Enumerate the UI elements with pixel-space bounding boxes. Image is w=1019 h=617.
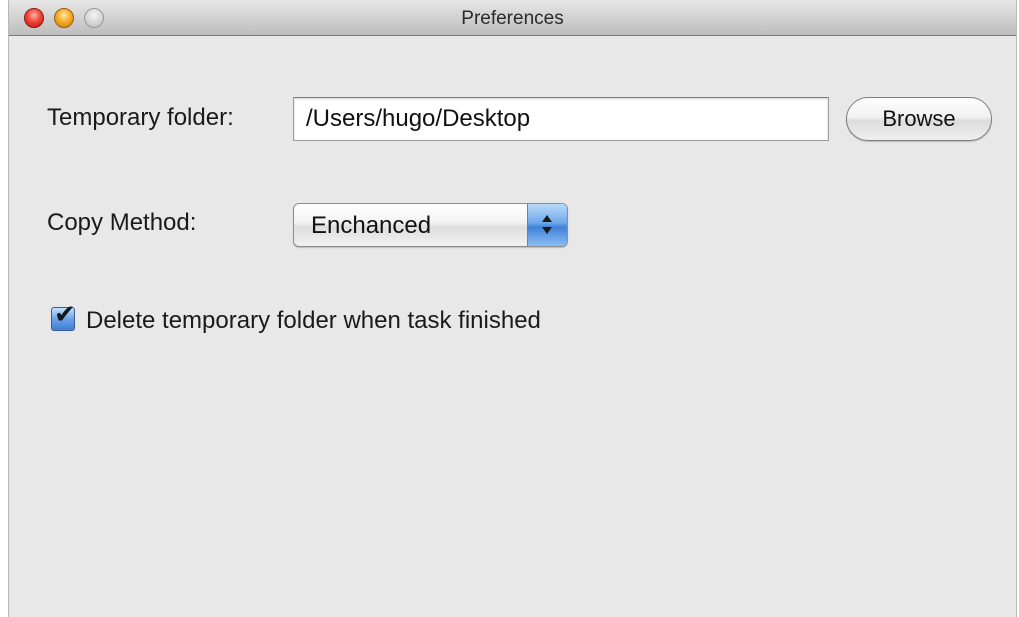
copy-method-value: Enchanced — [311, 212, 432, 239]
copy-method-select[interactable]: Enchanced — [293, 203, 568, 247]
browse-button[interactable]: Browse — [846, 97, 992, 141]
temporary-folder-label: Temporary folder: — [47, 104, 234, 131]
preferences-window: Preferences Temporary folder: Browse Cop… — [8, 0, 1017, 617]
temporary-folder-input[interactable] — [293, 97, 829, 141]
chevron-up-down-icon — [527, 204, 567, 246]
window-title: Preferences — [461, 8, 564, 29]
arrow-down-icon — [542, 227, 552, 234]
delete-temp-folder-checkbox[interactable]: ✔ — [51, 302, 76, 331]
arrow-up-icon — [542, 215, 552, 222]
title-bar[interactable]: Preferences — [9, 0, 1016, 36]
delete-temp-folder-label[interactable]: Delete temporary folder when task finish… — [86, 307, 541, 335]
copy-method-label: Copy Method: — [47, 209, 197, 236]
checkmark-icon: ✔ — [54, 300, 76, 330]
